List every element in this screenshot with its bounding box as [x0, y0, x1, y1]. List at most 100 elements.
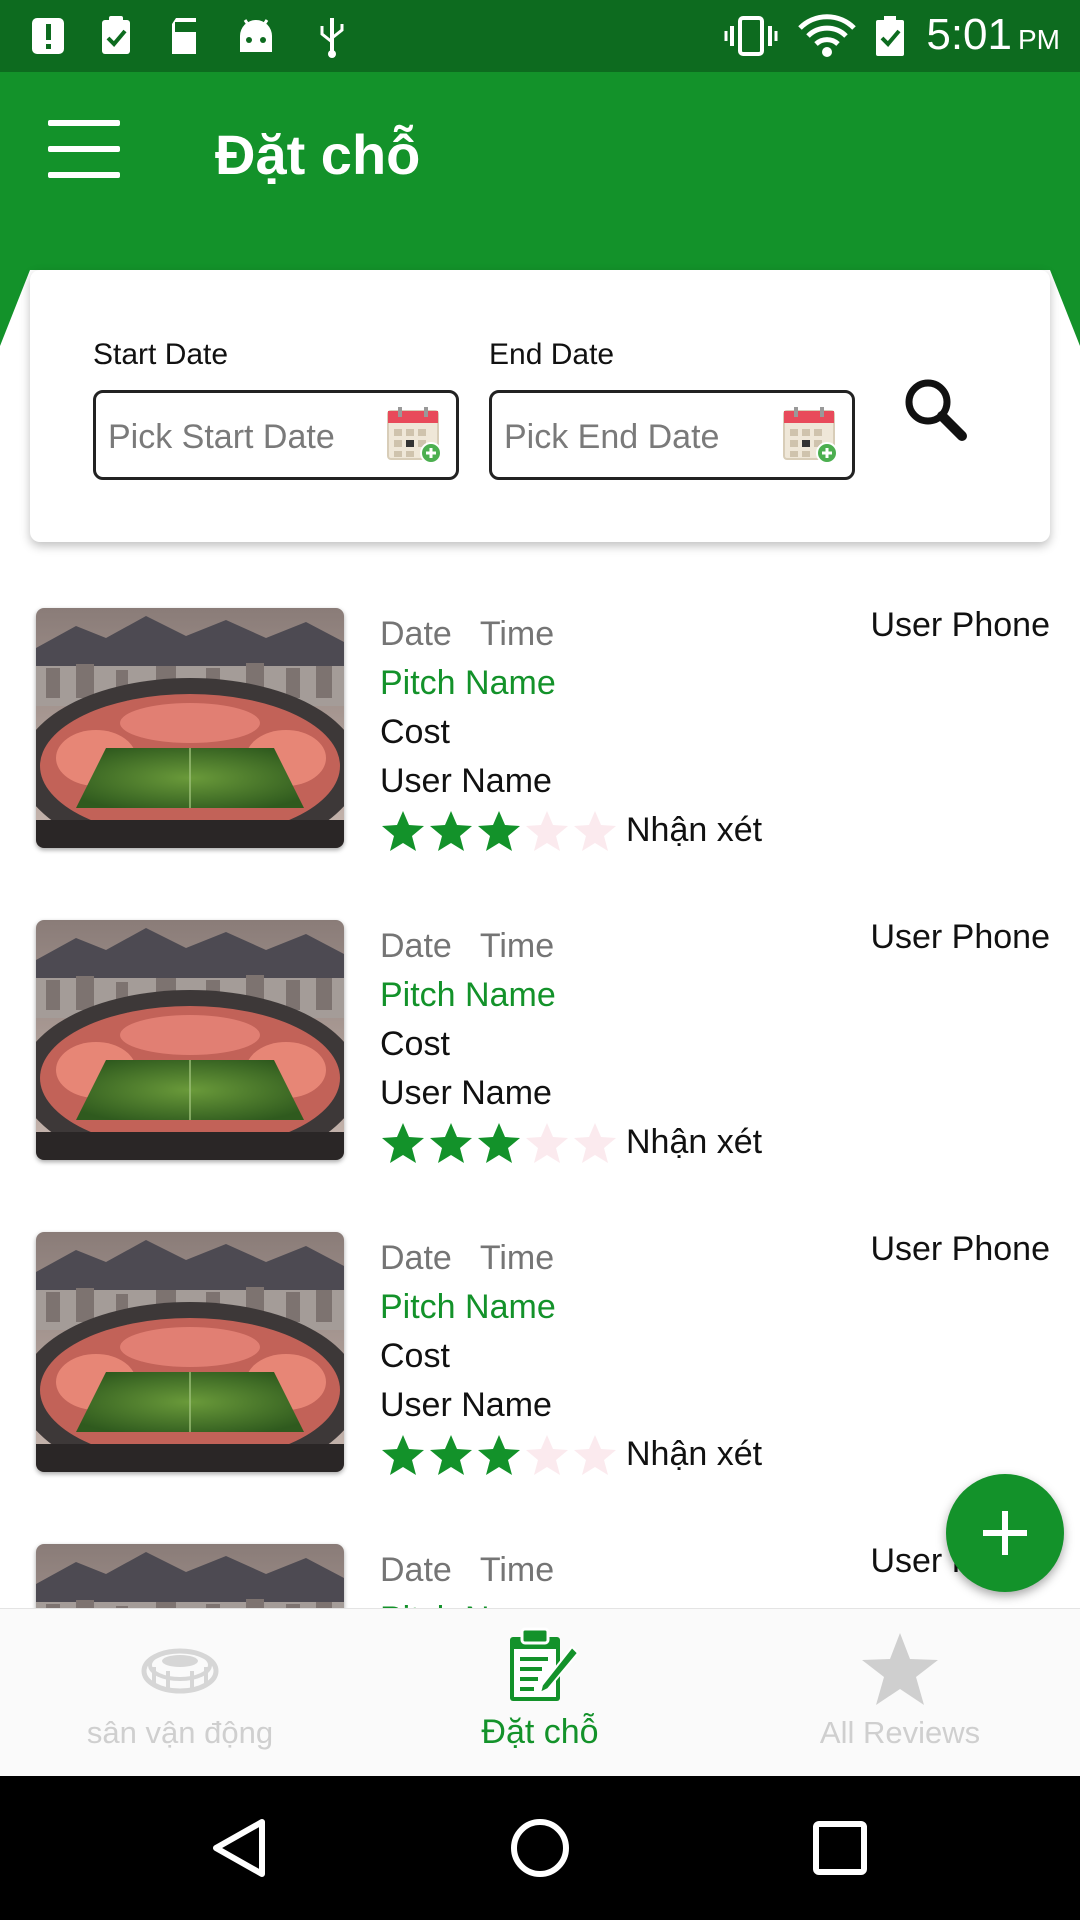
booking-list[interactable]: Date Time Pitch Name Cost User Name Nhận …: [0, 600, 1080, 1608]
booking-time: Time: [479, 1551, 555, 1589]
calendar-add-icon[interactable]: [782, 405, 838, 465]
booking-clipboard-icon: [510, 1627, 580, 1701]
pitch-thumbnail: [36, 1232, 344, 1472]
stadium-icon: [141, 1648, 219, 1694]
pitch-thumbnail: [36, 608, 344, 848]
end-date-label: End Date: [489, 338, 615, 371]
star-filled-icon[interactable]: [428, 1432, 474, 1478]
star-empty-icon[interactable]: [572, 1120, 618, 1166]
add-booking-button[interactable]: [946, 1474, 1064, 1592]
start-date-field[interactable]: [93, 390, 459, 480]
usb-icon: [320, 18, 344, 58]
recents-icon[interactable]: [800, 1808, 880, 1888]
pitch-name: Pitch Name: [380, 976, 556, 1014]
star-filled-icon[interactable]: [428, 1120, 474, 1166]
user-phone: User Phone: [870, 918, 1050, 956]
star-filled-icon[interactable]: [476, 1432, 522, 1478]
start-date-label: Start Date: [93, 338, 229, 371]
booking-info: DateTime Pitch Name Cost User Name Nhận …: [380, 1234, 762, 1479]
star-filled-icon[interactable]: [476, 808, 522, 854]
star-filled-icon[interactable]: [380, 808, 426, 854]
booking-info: DateTime Pitch Name Cost User Name Nhận …: [380, 922, 762, 1167]
pitch-thumbnail: [36, 920, 344, 1160]
bottom-navigation: sân vận động Đặt chỗ All Reviews: [0, 1608, 1080, 1776]
nav-label-stadiums: sân vận động: [86, 1715, 274, 1750]
pitch-thumbnail: [36, 1544, 344, 1608]
clock-time: 5:01: [926, 10, 1012, 59]
pitch-name: Pitch Name: [380, 1595, 762, 1608]
header-corner-left: [0, 270, 30, 346]
booking-date: Date: [380, 1551, 452, 1589]
booking-datetime: Date Time: [380, 1546, 762, 1595]
star-rating: [380, 808, 620, 854]
date-filter-card: Start Date End Date: [30, 270, 1050, 542]
alert-icon: [32, 18, 64, 54]
star-empty-icon[interactable]: [524, 1120, 570, 1166]
nav-item-all-reviews[interactable]: All Reviews: [720, 1609, 1080, 1777]
star-filled-icon[interactable]: [476, 1120, 522, 1166]
star-rating: [380, 1432, 620, 1478]
status-bar: 5:01 PM: [0, 0, 1080, 72]
end-date-field[interactable]: [489, 390, 855, 480]
search-icon[interactable]: [896, 370, 976, 450]
user-name: User Name: [380, 1386, 552, 1424]
user-phone: User Phone: [870, 606, 1050, 644]
wifi-icon: [798, 14, 856, 57]
booking-cost: Cost: [380, 713, 450, 751]
rating-row: Nhận xét: [380, 1430, 762, 1479]
star-empty-icon[interactable]: [524, 1432, 570, 1478]
back-icon[interactable]: [200, 1808, 280, 1888]
rating-row: Nhận xét: [380, 1118, 762, 1167]
review-link[interactable]: Nhận xét: [626, 1118, 762, 1167]
star-empty-icon[interactable]: [572, 808, 618, 854]
nav-label-all-reviews: All Reviews: [819, 1715, 981, 1750]
star-icon: [862, 1633, 938, 1705]
booking-item[interactable]: DateTime Pitch Name Cost User Name Nhận …: [0, 912, 1080, 1212]
home-icon[interactable]: [500, 1808, 580, 1888]
nav-item-booking[interactable]: Đặt chỗ: [360, 1609, 720, 1777]
star-empty-icon[interactable]: [524, 808, 570, 854]
hamburger-menu-icon[interactable]: [40, 120, 130, 184]
app-bar: Đặt chỗ: [0, 72, 1080, 346]
vibrate-icon: [724, 16, 778, 56]
end-date-input[interactable]: [504, 415, 764, 459]
page-title: Đặt chỗ: [215, 123, 421, 186]
calendar-add-icon[interactable]: [386, 405, 442, 465]
user-phone: User Phone: [870, 1230, 1050, 1268]
nav-item-stadiums[interactable]: sân vận động: [0, 1609, 360, 1777]
booking-time: Time: [479, 1239, 555, 1277]
system-navigation-bar: [0, 1776, 1080, 1920]
booking-item[interactable]: DateTime Pitch Name Cost User Name Nhận …: [0, 1224, 1080, 1524]
android-icon: [240, 19, 272, 52]
header-corner-right: [1050, 270, 1080, 346]
review-link[interactable]: Nhận xét: [626, 1430, 762, 1479]
star-filled-icon[interactable]: [380, 1120, 426, 1166]
booking-date: Date: [380, 615, 452, 653]
booking-datetime: Date Time: [380, 1234, 762, 1283]
star-filled-icon[interactable]: [380, 1432, 426, 1478]
booking-datetime: Date Time: [380, 610, 762, 659]
user-name: User Name: [380, 762, 552, 800]
user-name: User Name: [380, 1074, 552, 1112]
booking-date: Date: [380, 927, 452, 965]
star-rating: [380, 1120, 620, 1166]
booking-item[interactable]: DateTime Pitch Name Cost User Name Nhận …: [0, 1536, 1080, 1608]
battery-icon: [876, 16, 904, 56]
sd-card-icon: [172, 18, 197, 54]
booking-info: DateTime Pitch Name Cost User Name Nhận …: [380, 1546, 762, 1608]
plus-icon-vertical: [1002, 1511, 1008, 1555]
booking-cost: Cost: [380, 1025, 450, 1063]
star-filled-icon[interactable]: [428, 808, 474, 854]
booking-item[interactable]: DateTime Pitch Name Cost User Name Nhận …: [0, 600, 1080, 900]
clock: 5:01 PM: [926, 10, 1060, 60]
review-link[interactable]: Nhận xét: [626, 806, 762, 855]
pitch-name: Pitch Name: [380, 1288, 556, 1326]
star-empty-icon[interactable]: [572, 1432, 618, 1478]
rating-row: Nhận xét: [380, 806, 762, 855]
booking-time: Time: [479, 615, 555, 653]
start-date-input[interactable]: [108, 415, 368, 459]
booking-datetime: Date Time: [380, 922, 762, 971]
clock-ampm: PM: [1018, 24, 1060, 55]
nav-label-booking: Đặt chỗ: [481, 1713, 599, 1751]
booking-info: DateTime Pitch Name Cost User Name Nhận …: [380, 610, 762, 855]
